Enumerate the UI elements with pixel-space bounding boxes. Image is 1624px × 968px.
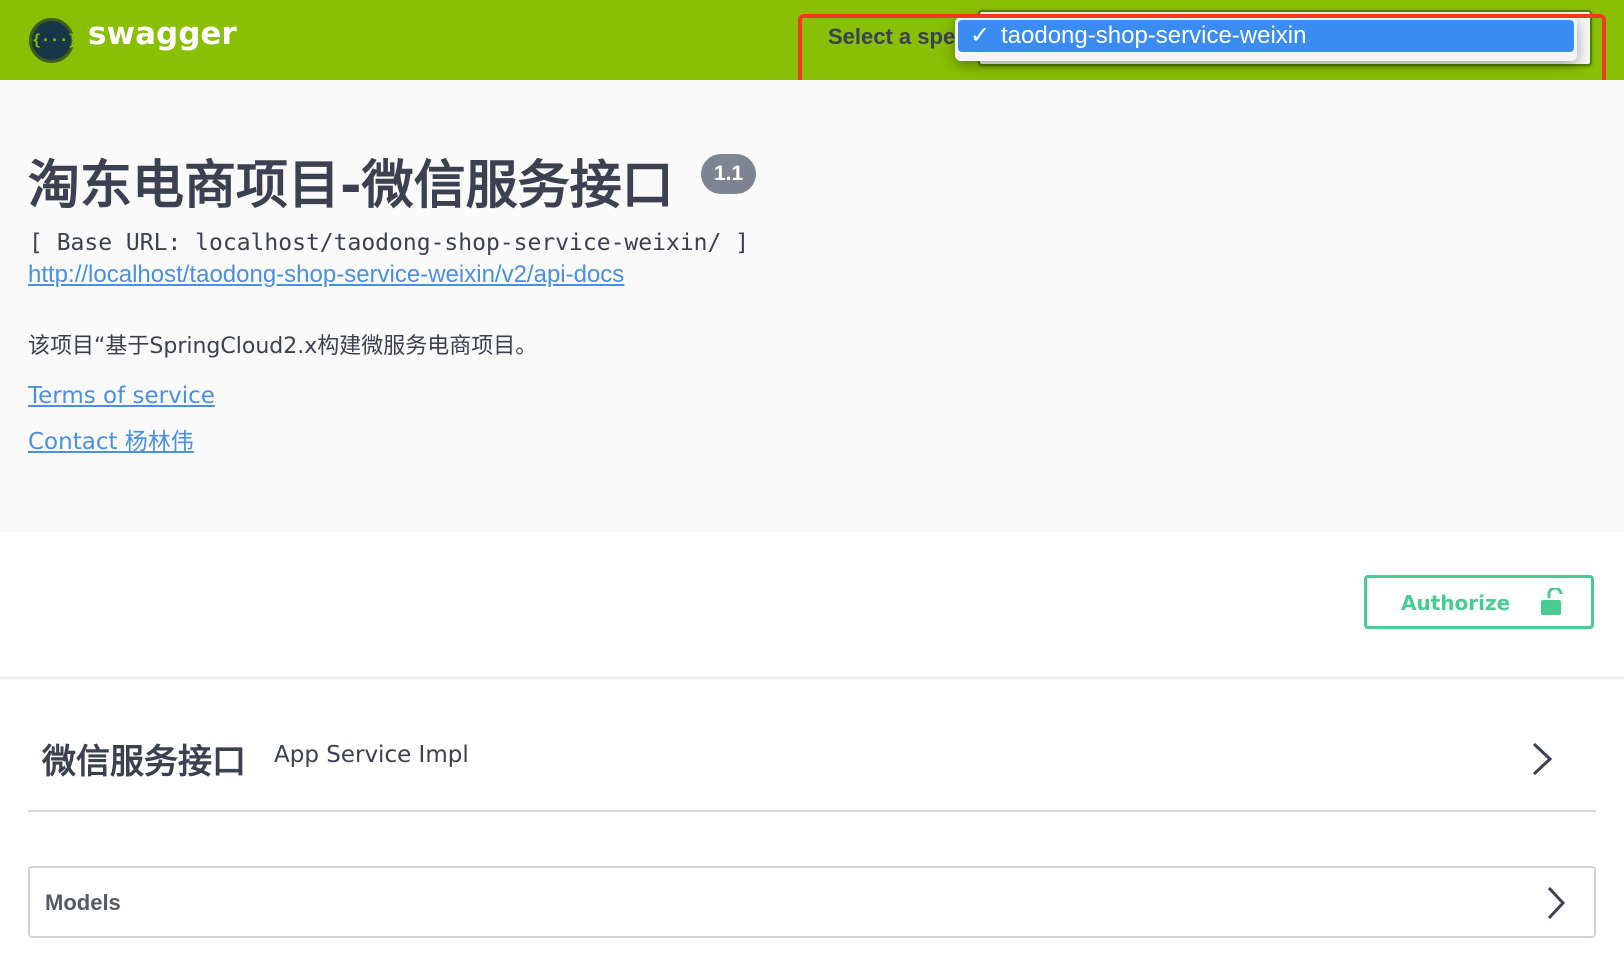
api-title: 淘东电商项目-微信服务接口 <box>28 156 674 216</box>
chevron-right-icon[interactable] <box>1528 740 1556 778</box>
models-section[interactable]: Models <box>28 866 1596 938</box>
tag-description: App Service Impl <box>274 742 469 768</box>
models-title: Models <box>45 890 121 915</box>
scheme-container: Authorize <box>0 532 1624 677</box>
lock-icon <box>1541 588 1563 615</box>
authorize-label: Authorize <box>1401 591 1511 615</box>
check-icon: ✓ <box>970 22 991 49</box>
spec-dropdown-menu: ✓ taodong-shop-service-weixin <box>955 17 1577 61</box>
spec-option-taodong-shop-service-weixin[interactable]: ✓ taodong-shop-service-weixin <box>958 20 1574 52</box>
spec-option-label: taodong-shop-service-weixin <box>1001 22 1307 49</box>
version-badge: 1.1 <box>701 154 757 194</box>
base-url: [ Base URL: localhost/taodong-shop-servi… <box>29 230 750 256</box>
api-docs-link[interactable]: http://localhost/taodong-shop-service-we… <box>28 261 624 289</box>
tag-section-weixin[interactable]: 微信服务接口 App Service Impl <box>28 720 1596 812</box>
api-description: 该项目“基于SpringCloud2.x构建微服务电商项目。 <box>28 334 538 359</box>
swagger-logo-text[interactable]: swagger <box>88 16 237 52</box>
terms-of-service-link[interactable]: Terms of service <box>28 383 215 409</box>
chevron-right-icon[interactable] <box>1544 885 1568 921</box>
swagger-logo-icon[interactable]: {···} <box>29 18 77 63</box>
spec-select-label: Select a spec <box>828 24 959 49</box>
contact-link[interactable]: Contact 杨林伟 <box>28 422 194 456</box>
authorize-button[interactable]: Authorize <box>1364 575 1594 629</box>
tag-name: 微信服务接口 <box>42 742 246 782</box>
topbar: {···} swagger Select a spec ✓ taodong-sh… <box>0 0 1624 80</box>
api-info-section: 淘东电商项目-微信服务接口 1.1 [ Base URL: localhost/… <box>0 80 1624 532</box>
